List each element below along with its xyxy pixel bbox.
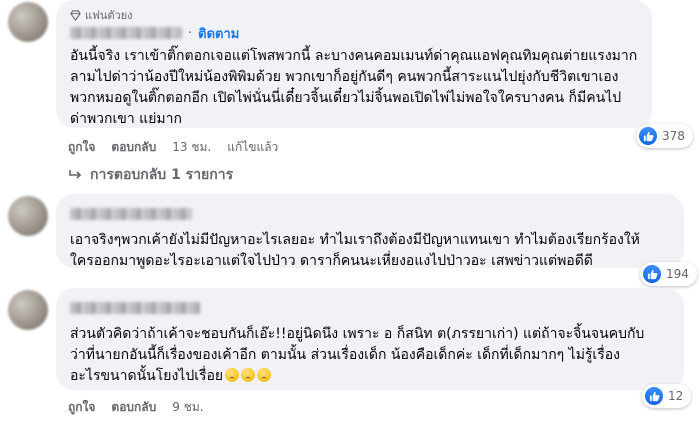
comment-text: เอาจริงๆพวกเค้ายังไม่มีปัญหาอะไรเลยอะ ทำ… xyxy=(70,232,640,269)
timestamp[interactable]: 13 ชม. xyxy=(172,138,211,157)
sad-face-emoji-icon xyxy=(225,368,240,382)
comment-text: ส่วนตัวคิดว่าถ้าเค้าจะชอบกันก็เอ๊ะ!!อยู่… xyxy=(70,324,672,387)
like-button[interactable]: ถูกใจ xyxy=(68,138,95,157)
fan-badge: แฟนตัวยง xyxy=(70,8,640,22)
separator: · xyxy=(188,25,193,41)
reaction-count-pill[interactable]: 378 xyxy=(636,124,693,148)
comment-text: อันนี้จริง เราเข้าติ๊กตอกเจอแต่โพสพวกนี้… xyxy=(70,48,638,127)
like-button[interactable]: ถูกใจ xyxy=(68,398,95,417)
comment-actions: ถูกใจ ตอบกลับ 9 ชม. xyxy=(68,398,204,417)
commenter-name[interactable] xyxy=(70,27,182,39)
comment-bubble: แฟนตัวยง · ติดตาม อันนี้จริง เราเข้าติ๊ก… xyxy=(56,0,652,128)
reply-button[interactable]: ตอบกลับ xyxy=(111,398,156,417)
reaction-count: 378 xyxy=(662,129,685,143)
comment-bubble: เอาจริงๆพวกเค้ายังไม่มีปัญหาอะไรเลยอะ ทำ… xyxy=(56,194,684,269)
comment-bubble: ส่วนตัวคิดว่าถ้าเค้าจะชอบกันก็เอ๊ะ!!อยู่… xyxy=(56,288,684,390)
fan-badge-label: แฟนตัวยง xyxy=(85,9,133,22)
commenter-name[interactable] xyxy=(70,302,200,314)
like-icon xyxy=(645,387,663,405)
edited-label[interactable]: แก้ไขแล้ว xyxy=(227,138,278,157)
like-icon xyxy=(643,265,661,283)
avatar[interactable] xyxy=(8,196,48,236)
reaction-count: 12 xyxy=(668,389,684,403)
timestamp[interactable]: 9 ชม. xyxy=(172,398,203,417)
reaction-count-pill[interactable]: 194 xyxy=(640,262,697,286)
reply-arrow-icon xyxy=(69,170,82,179)
reaction-count-pill[interactable]: 12 xyxy=(642,384,692,408)
sad-emoji-group xyxy=(223,368,272,384)
comment-actions: ถูกใจ ตอบกลับ 13 ชม. แก้ไขแล้ว xyxy=(68,138,278,157)
replies-link-label: การตอบกลับ 1 รายการ xyxy=(90,167,234,183)
like-icon xyxy=(639,127,657,145)
avatar[interactable] xyxy=(8,290,48,330)
reply-button[interactable]: ตอบกลับ xyxy=(111,138,156,157)
sad-face-emoji-icon xyxy=(257,368,272,382)
commenter-name[interactable] xyxy=(70,208,192,220)
reaction-count: 194 xyxy=(666,267,689,281)
comment-text-body: ส่วนตัวคิดว่าถ้าเค้าจะชอบกันก็เอ๊ะ!!อยู่… xyxy=(70,326,645,384)
follow-button[interactable]: ติดตาม xyxy=(198,23,239,44)
sad-face-emoji-icon xyxy=(241,368,256,382)
fan-diamond-icon xyxy=(70,9,81,21)
view-replies-link[interactable]: การตอบกลับ 1 รายการ xyxy=(68,164,233,186)
avatar[interactable] xyxy=(8,2,48,42)
